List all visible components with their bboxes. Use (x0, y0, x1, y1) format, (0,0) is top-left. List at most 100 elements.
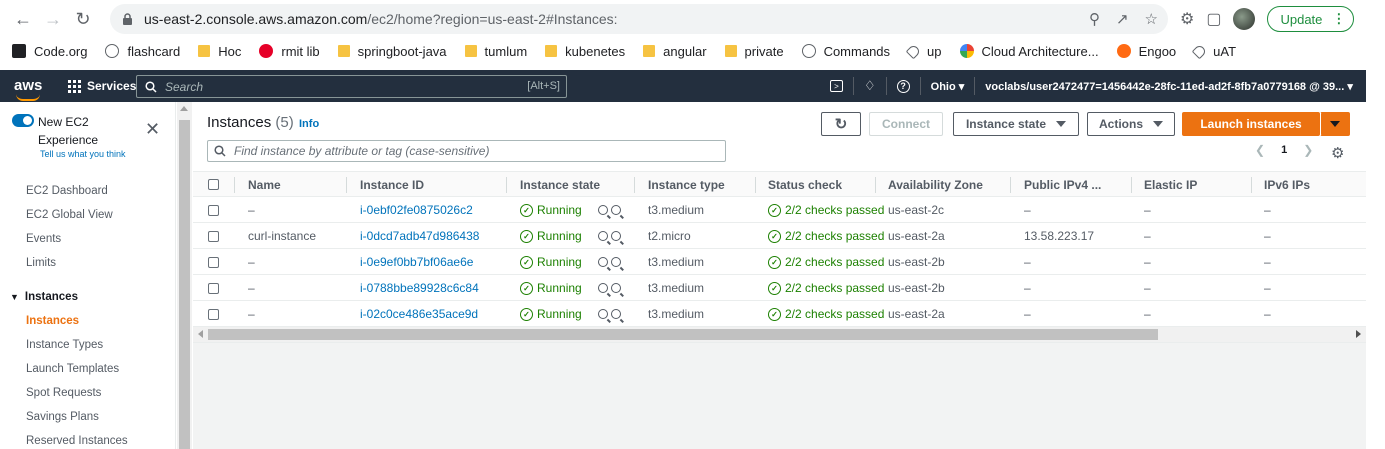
bookmark-item[interactable]: tumlum (464, 44, 527, 59)
prev-page-icon[interactable]: ❮ (1255, 143, 1265, 157)
bookmark-item[interactable]: Hoc (198, 44, 241, 59)
sidebar-item-ec2-global-view[interactable]: EC2 Global View (26, 209, 113, 221)
sidebar-scrollbar[interactable] (177, 102, 192, 449)
zoom-out-icon[interactable] (611, 205, 621, 215)
table-row[interactable]: – i-0ebf02fe0875026c2 ✓ Running t3.medium ✓ 2/… (193, 197, 1366, 223)
select-all-checkbox[interactable] (208, 172, 219, 197)
side-panel-icon[interactable]: ▢ (1206, 9, 1221, 29)
instance-id-link[interactable]: i-0788bbe89928c6c84 (360, 275, 479, 301)
bookmark-item[interactable]: Cloud Architecture... (959, 44, 1099, 59)
sidebar-item-spot-requests[interactable]: Spot Requests (26, 387, 101, 399)
bookmark-item[interactable]: Code.org (12, 44, 87, 59)
sidebar-item-limits[interactable]: Limits (26, 257, 56, 269)
search-input[interactable] (165, 79, 505, 94)
col-status-check-header[interactable]: Status check (768, 172, 842, 197)
page-number[interactable]: 1 (1281, 144, 1287, 156)
zoom-out-icon[interactable] (611, 257, 621, 267)
instance-id-link[interactable]: i-0dcd7adb47d986438 (360, 223, 479, 249)
sidebar-item-instances[interactable]: Instances (26, 315, 79, 327)
share-icon[interactable]: ↗ (1116, 10, 1129, 28)
zoom-icon[interactable]: ⚲ (1089, 10, 1100, 28)
col-public-ipv4-header[interactable]: Public IPv4 ... (1024, 172, 1101, 197)
zoom-in-icon[interactable] (598, 309, 608, 319)
bookmark-item[interactable]: springboot-java (337, 44, 447, 59)
update-button[interactable]: Update ⋮ (1267, 6, 1355, 32)
star-icon[interactable]: ☆ (1145, 10, 1158, 28)
aws-logo[interactable]: aws (14, 78, 54, 101)
bookmark-item[interactable]: uAT (1191, 43, 1236, 59)
aws-search[interactable]: [Alt+S] (136, 75, 567, 98)
bookmark-item[interactable]: angular (643, 44, 707, 59)
col-name-header[interactable]: Name (248, 172, 281, 197)
new-experience-toggle[interactable] (12, 114, 34, 127)
bookmark-item[interactable]: flashcard (105, 44, 180, 59)
col-instance-type-header[interactable]: Instance type (648, 172, 725, 197)
sidebar-item-instance-types[interactable]: Instance Types (26, 339, 103, 351)
find-instance-input[interactable] (234, 144, 714, 158)
zoom-in-icon[interactable] (598, 257, 608, 267)
table-horizontal-scrollbar[interactable] (193, 327, 1366, 342)
zoom-controls[interactable] (598, 301, 624, 327)
gear-icon[interactable]: ⚙ (1331, 144, 1344, 162)
row-checkbox[interactable] (208, 223, 219, 249)
next-page-icon[interactable]: ❯ (1303, 143, 1313, 157)
table-row[interactable]: – i-0788bbe89928c6c84 ✓ Running t3.medium ✓ 2/… (193, 275, 1366, 301)
forward-button[interactable]: → (38, 4, 68, 34)
sidebar-item-savings-plans[interactable]: Savings Plans (26, 411, 99, 423)
instance-id-link[interactable]: i-02c0ce486e35ace9d (360, 301, 478, 327)
table-row[interactable]: curl-instance i-0dcd7adb47d986438 ✓ Running… (193, 223, 1366, 249)
account-menu[interactable]: voclabs/user2472477=1456442e-28fc-11ed-a… (985, 80, 1353, 93)
zoom-out-icon[interactable] (611, 283, 621, 293)
row-checkbox[interactable] (208, 249, 219, 275)
zoom-in-icon[interactable] (598, 283, 608, 293)
row-checkbox[interactable] (208, 301, 219, 327)
sidebar-item-reserved-instances[interactable]: Reserved Instances (26, 435, 128, 447)
zoom-controls[interactable] (598, 223, 624, 249)
bookmark-item[interactable]: up (905, 43, 942, 59)
refresh-button[interactable]: ↻ (821, 112, 861, 136)
profile-avatar[interactable] (1233, 8, 1256, 30)
info-link[interactable]: Info (299, 118, 319, 130)
instance-id-link[interactable]: i-0ebf02fe0875026c2 (360, 197, 473, 223)
zoom-controls[interactable] (598, 275, 624, 301)
instance-id-link[interactable]: i-0e9ef0bb7bf06ae6e (360, 249, 473, 275)
region-selector[interactable]: Ohio ▾ (931, 80, 965, 93)
zoom-controls[interactable] (598, 197, 624, 223)
zoom-in-icon[interactable] (598, 205, 608, 215)
col-ipv6-header[interactable]: IPv6 IPs (1264, 172, 1310, 197)
zoom-controls[interactable] (598, 249, 624, 275)
instance-state-button[interactable]: Instance state (953, 112, 1079, 136)
help-icon[interactable]: ? (896, 79, 910, 93)
cloudshell-icon[interactable]: > (830, 80, 843, 92)
bookmark-item[interactable]: Engoo (1116, 44, 1176, 59)
row-checkbox[interactable] (208, 275, 219, 301)
feedback-link[interactable]: Tell us what you think (40, 149, 126, 159)
col-elastic-ip-header[interactable]: Elastic IP (1144, 172, 1197, 197)
sidebar-item-events[interactable]: Events (26, 233, 61, 245)
launch-instances-button[interactable]: Launch instances (1182, 112, 1320, 136)
zoom-out-icon[interactable] (611, 309, 621, 319)
bell-icon[interactable]: ♢ (864, 78, 876, 94)
services-menu[interactable]: Services (68, 79, 136, 93)
address-bar[interactable]: us-east-2.console.aws.amazon.com/ec2/hom… (110, 4, 1168, 34)
reload-button[interactable]: ↻ (68, 4, 98, 34)
bookmark-item[interactable]: Commands (801, 44, 890, 59)
connect-button[interactable]: Connect (869, 112, 943, 136)
bookmark-item[interactable]: rmit lib (259, 44, 320, 59)
col-instance-id-header[interactable]: Instance ID (360, 172, 424, 197)
table-row[interactable]: – i-0e9ef0bb7bf06ae6e ✓ Running t3.medium ✓ 2/… (193, 249, 1366, 275)
col-instance-state-header[interactable]: Instance state (520, 172, 600, 197)
launch-dropdown-button[interactable] (1320, 112, 1350, 136)
sidebar-section-instances[interactable]: ▼ Instances (10, 291, 78, 303)
sidebar-item-ec2-dashboard[interactable]: EC2 Dashboard (26, 185, 108, 197)
find-instance-filter[interactable] (207, 140, 726, 162)
sidebar-item-launch-templates[interactable]: Launch Templates (26, 363, 119, 375)
zoom-out-icon[interactable] (611, 231, 621, 241)
bookmark-item[interactable]: kubenetes (545, 44, 625, 59)
table-row[interactable]: – i-02c0ce486e35ace9d ✓ Running t3.medium ✓ 2/… (193, 301, 1366, 327)
row-checkbox[interactable] (208, 197, 219, 223)
back-button[interactable]: ← (8, 4, 38, 34)
actions-button[interactable]: Actions (1087, 112, 1175, 136)
col-availability-zone-header[interactable]: Availability Zone (888, 172, 983, 197)
close-icon[interactable]: ✕ (145, 119, 160, 140)
